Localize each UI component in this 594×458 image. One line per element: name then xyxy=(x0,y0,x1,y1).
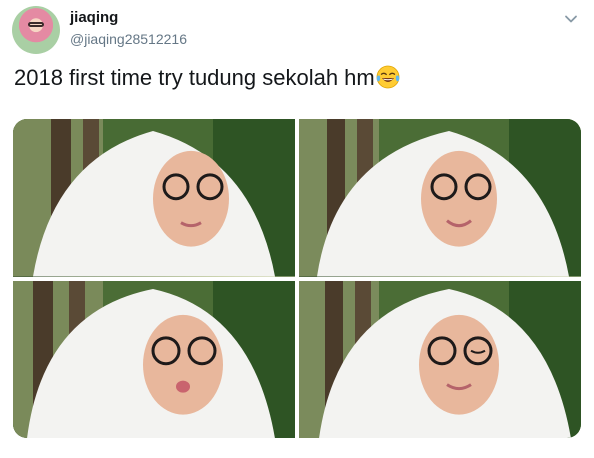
user-handle[interactable]: @jiaqing28512216 xyxy=(70,30,187,48)
display-name[interactable]: jiaqing xyxy=(70,9,118,27)
photo-3[interactable] xyxy=(13,280,295,438)
photo-4[interactable] xyxy=(299,280,581,438)
photo-2[interactable] xyxy=(299,119,581,277)
chevron-down-icon[interactable] xyxy=(562,10,580,28)
tweet-card: jiaqing @jiaqing28512216 2018 first time… xyxy=(0,0,594,458)
avatar[interactable] xyxy=(12,6,60,54)
media-grid xyxy=(13,119,581,438)
tweet-text-content: 2018 first time try tudung sekolah hm xyxy=(14,65,375,90)
tweet-text: 2018 first time try tudung sekolah hm xyxy=(14,64,400,92)
photo-1[interactable] xyxy=(13,119,295,277)
face-with-tears-of-joy-icon xyxy=(376,65,400,89)
